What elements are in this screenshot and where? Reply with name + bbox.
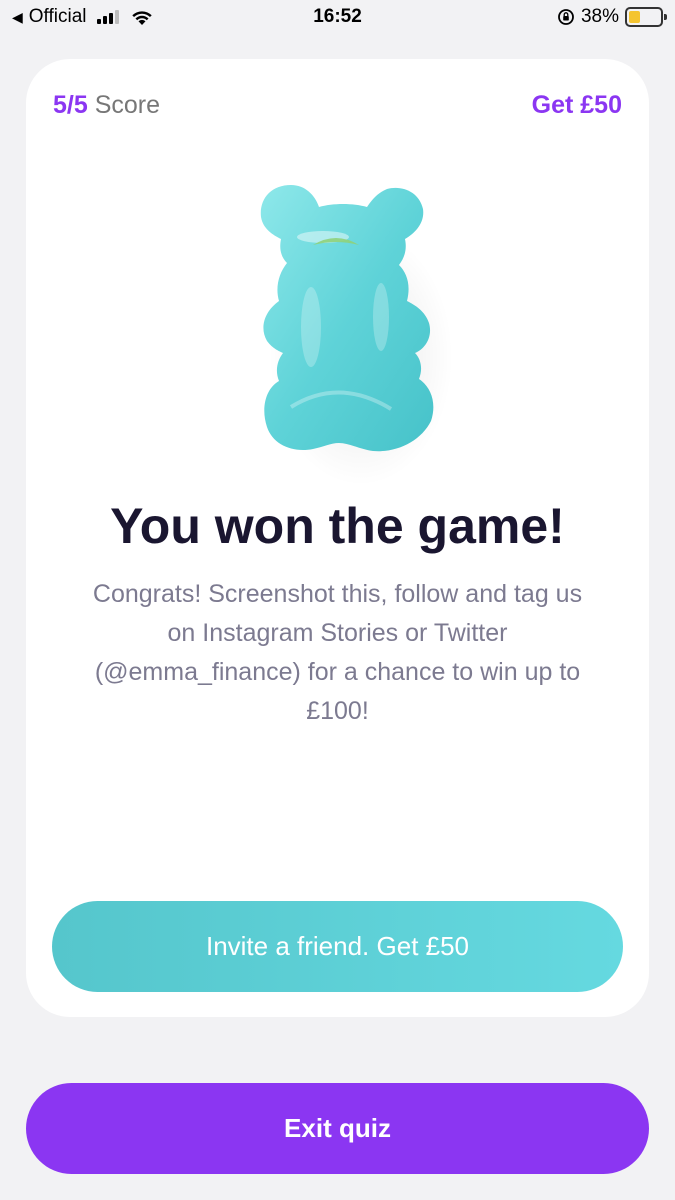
result-card: 5/5 Score Get £50 You won the game! Cong…: [26, 59, 649, 1017]
gummy-bear-icon: [260, 185, 434, 452]
status-right: 38%: [557, 6, 667, 28]
result-title: You won the game!: [110, 498, 565, 554]
get-reward-link[interactable]: Get £50: [532, 91, 622, 120]
gummy-bear-image: [221, 177, 461, 497]
result-description: Congrats! Screenshot this, follow and ta…: [92, 580, 583, 725]
battery-percent: 38%: [580, 6, 619, 27]
battery-fill: [629, 11, 641, 23]
score-value: 5/5: [53, 91, 88, 119]
status-bar: ◀ Official 16:52 38%: [0, 0, 675, 36]
orientation-lock-icon: [558, 9, 574, 25]
exit-quiz-button[interactable]: Exit quiz: [26, 1083, 649, 1174]
score-label: Score: [94, 91, 161, 119]
battery-icon: [625, 7, 667, 27]
invite-friend-button[interactable]: Invite a friend. Get £50: [52, 901, 623, 992]
score-display: 5/5 Score: [53, 91, 160, 120]
